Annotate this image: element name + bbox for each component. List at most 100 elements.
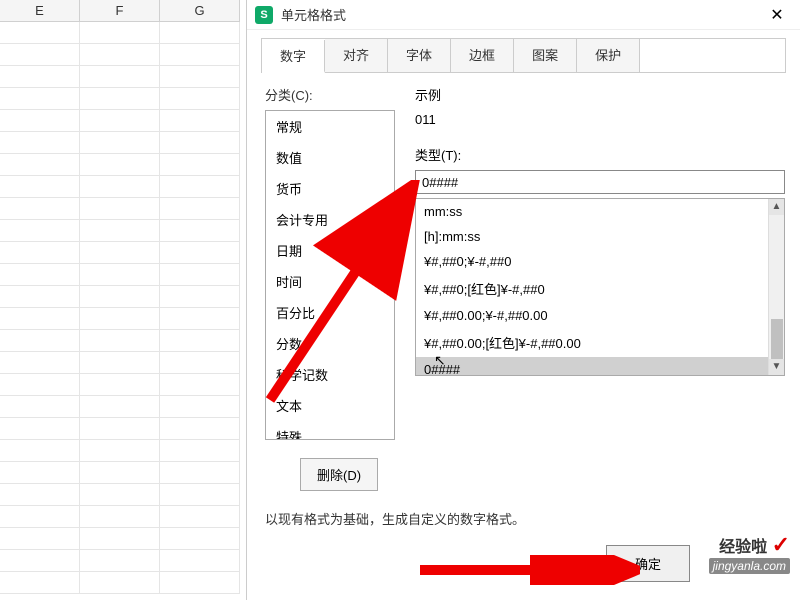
grid-cell[interactable] bbox=[80, 66, 160, 87]
grid-cell[interactable] bbox=[160, 462, 240, 483]
tab-font[interactable]: 字体 bbox=[388, 39, 451, 72]
grid-cell[interactable] bbox=[80, 242, 160, 263]
grid-cell[interactable] bbox=[0, 220, 80, 241]
grid-cell[interactable] bbox=[80, 528, 160, 549]
category-item[interactable]: 会计专用 bbox=[266, 204, 394, 235]
grid-cell[interactable] bbox=[80, 396, 160, 417]
tab-number[interactable]: 数字 bbox=[262, 40, 325, 73]
grid-cell[interactable] bbox=[0, 308, 80, 329]
grid-cell[interactable] bbox=[0, 286, 80, 307]
grid-cell[interactable] bbox=[0, 462, 80, 483]
grid-cell[interactable] bbox=[0, 88, 80, 109]
grid-cell[interactable] bbox=[0, 418, 80, 439]
category-item[interactable]: 分数 bbox=[266, 328, 394, 359]
grid-cell[interactable] bbox=[0, 198, 80, 219]
tab-align[interactable]: 对齐 bbox=[325, 39, 388, 72]
grid-cell[interactable] bbox=[80, 220, 160, 241]
type-list-item[interactable]: ¥#,##0;¥-#,##0 bbox=[416, 249, 784, 274]
grid-cell[interactable] bbox=[0, 550, 80, 571]
type-list-item[interactable]: 0#### bbox=[416, 357, 784, 376]
delete-button[interactable]: 删除(D) bbox=[300, 458, 378, 491]
type-list-item[interactable]: ¥#,##0;[红色]¥-#,##0 bbox=[416, 274, 784, 303]
grid-cell[interactable] bbox=[0, 484, 80, 505]
grid-cell[interactable] bbox=[160, 154, 240, 175]
category-item[interactable]: 日期 bbox=[266, 235, 394, 266]
type-input[interactable] bbox=[415, 170, 785, 194]
grid-cell[interactable] bbox=[160, 550, 240, 571]
grid-cell[interactable] bbox=[80, 550, 160, 571]
grid-cell[interactable] bbox=[80, 132, 160, 153]
grid-cell[interactable] bbox=[160, 484, 240, 505]
category-item[interactable]: 数值 bbox=[266, 142, 394, 173]
col-header-f[interactable]: F bbox=[80, 0, 160, 21]
tab-pattern[interactable]: 图案 bbox=[514, 39, 577, 72]
tab-border[interactable]: 边框 bbox=[451, 39, 514, 72]
grid-cell[interactable] bbox=[0, 176, 80, 197]
grid-cell[interactable] bbox=[0, 154, 80, 175]
grid-cell[interactable] bbox=[160, 110, 240, 131]
grid-cell[interactable] bbox=[160, 440, 240, 461]
grid-cell[interactable] bbox=[160, 286, 240, 307]
grid-cell[interactable] bbox=[80, 506, 160, 527]
grid-cell[interactable] bbox=[0, 22, 80, 43]
grid-cell[interactable] bbox=[0, 242, 80, 263]
grid-cell[interactable] bbox=[80, 484, 160, 505]
grid-cell[interactable] bbox=[0, 440, 80, 461]
grid-cell[interactable] bbox=[80, 374, 160, 395]
grid-cell[interactable] bbox=[80, 440, 160, 461]
grid-cell[interactable] bbox=[160, 22, 240, 43]
grid-cell[interactable] bbox=[0, 264, 80, 285]
grid-cell[interactable] bbox=[160, 44, 240, 65]
grid-cell[interactable] bbox=[0, 330, 80, 351]
grid-cell[interactable] bbox=[160, 264, 240, 285]
grid-cell[interactable] bbox=[80, 154, 160, 175]
grid-cell[interactable] bbox=[160, 176, 240, 197]
close-button[interactable]: ✕ bbox=[762, 0, 792, 30]
category-item[interactable]: 常规 bbox=[266, 111, 394, 142]
grid-cell[interactable] bbox=[160, 220, 240, 241]
grid-cell[interactable] bbox=[80, 418, 160, 439]
grid-cell[interactable] bbox=[160, 396, 240, 417]
type-list-item[interactable]: ¥#,##0.00;[红色]¥-#,##0.00 bbox=[416, 328, 784, 357]
grid-cell[interactable] bbox=[160, 506, 240, 527]
type-list-item[interactable]: [h]:mm:ss bbox=[416, 224, 784, 249]
category-item[interactable]: 特殊 bbox=[266, 421, 394, 440]
grid-cell[interactable] bbox=[80, 44, 160, 65]
grid-cell[interactable] bbox=[0, 528, 80, 549]
grid-cell[interactable] bbox=[160, 330, 240, 351]
scroll-up-icon[interactable]: ▲ bbox=[769, 199, 784, 215]
grid-cell[interactable] bbox=[0, 572, 80, 593]
category-item[interactable]: 时间 bbox=[266, 266, 394, 297]
grid-cell[interactable] bbox=[0, 374, 80, 395]
grid-cell[interactable] bbox=[0, 66, 80, 87]
grid-cell[interactable] bbox=[80, 264, 160, 285]
grid-cell[interactable] bbox=[80, 198, 160, 219]
grid-cell[interactable] bbox=[80, 88, 160, 109]
grid-cell[interactable] bbox=[160, 374, 240, 395]
scrollbar[interactable]: ▲ ▼ bbox=[768, 199, 784, 375]
grid-cell[interactable] bbox=[80, 308, 160, 329]
grid-cell[interactable] bbox=[160, 572, 240, 593]
type-list-item[interactable]: mm:ss bbox=[416, 199, 784, 224]
grid-cell[interactable] bbox=[0, 110, 80, 131]
grid-cell[interactable] bbox=[0, 506, 80, 527]
grid-cell[interactable] bbox=[160, 352, 240, 373]
category-item[interactable]: 科学记数 bbox=[266, 359, 394, 390]
category-item[interactable]: 文本 bbox=[266, 390, 394, 421]
grid-cell[interactable] bbox=[0, 44, 80, 65]
grid-cell[interactable] bbox=[160, 308, 240, 329]
grid-cell[interactable] bbox=[160, 198, 240, 219]
grid-cell[interactable] bbox=[160, 528, 240, 549]
grid-cell[interactable] bbox=[160, 132, 240, 153]
col-header-e[interactable]: E bbox=[0, 0, 80, 21]
scroll-down-icon[interactable]: ▼ bbox=[769, 359, 784, 375]
tab-protect[interactable]: 保护 bbox=[577, 39, 640, 72]
grid-cell[interactable] bbox=[80, 462, 160, 483]
grid-cell[interactable] bbox=[160, 88, 240, 109]
scroll-thumb[interactable] bbox=[771, 319, 783, 359]
grid-cell[interactable] bbox=[80, 22, 160, 43]
grid-cell[interactable] bbox=[160, 418, 240, 439]
grid-cell[interactable] bbox=[80, 352, 160, 373]
grid-cell[interactable] bbox=[80, 176, 160, 197]
grid-cell[interactable] bbox=[80, 286, 160, 307]
